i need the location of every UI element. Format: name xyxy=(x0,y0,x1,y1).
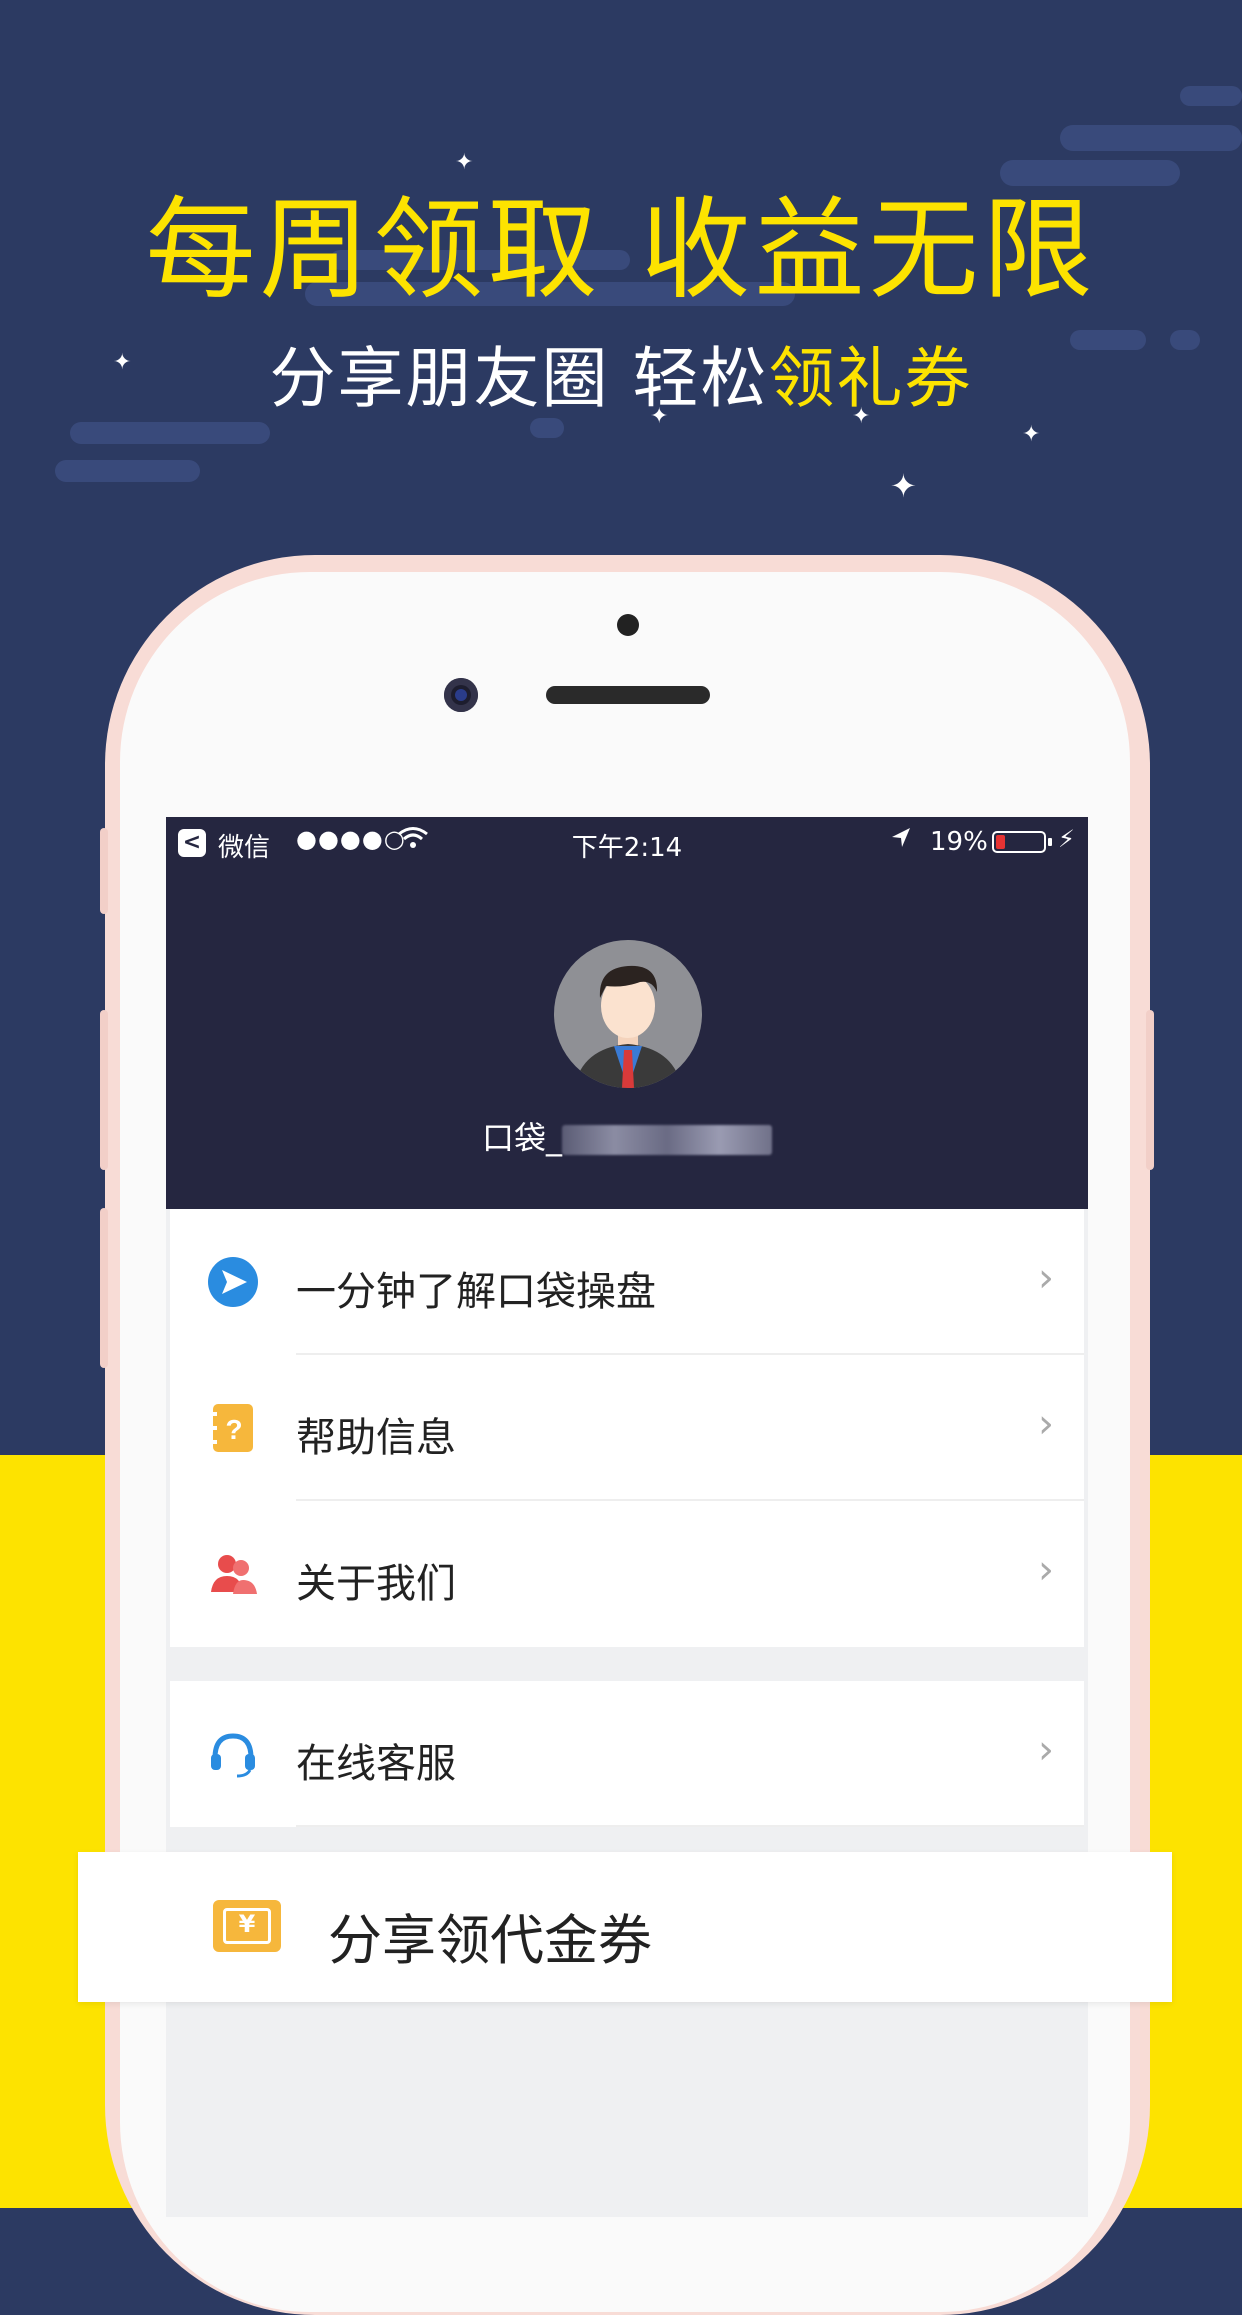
menu-group-main: 一分钟了解口袋操盘 › ? 帮助信息 › 关于我们 › xyxy=(170,1209,1084,1647)
cloud-decoration xyxy=(70,422,270,444)
username-prefix: 口袋_ xyxy=(481,1119,562,1157)
phone-side-button xyxy=(100,828,108,914)
coupon-icon: ¥ xyxy=(213,1900,281,1952)
star-decoration: ✦ xyxy=(890,467,917,505)
coupon-currency-glyph: ¥ xyxy=(238,1910,256,1938)
promo-headline: 每周领取 收益无限 xyxy=(145,186,1097,314)
play-circle-icon xyxy=(208,1257,258,1307)
cloud-decoration xyxy=(530,418,564,438)
profile-header: 口袋_ xyxy=(166,867,1088,1209)
battery-level-fill xyxy=(996,835,1005,849)
star-decoration: ✦ xyxy=(1022,422,1041,447)
avatar[interactable] xyxy=(554,940,702,1088)
chevron-right-icon: › xyxy=(1038,1401,1054,1447)
phone-side-button xyxy=(100,1010,108,1170)
status-bar: < 微信 ●●●●○ 下午2:14 19% ⚡ xyxy=(166,817,1088,867)
phone-side-button xyxy=(100,1208,108,1368)
chevron-right-icon: › xyxy=(1038,1547,1054,1593)
help-notebook-icon: ? xyxy=(210,1404,253,1452)
chevron-right-icon: › xyxy=(1038,1727,1054,1773)
menu-item-label: 在线客服 xyxy=(296,1741,456,1787)
headset-icon xyxy=(211,1733,255,1778)
menu-item-intro[interactable]: 一分钟了解口袋操盘 › xyxy=(170,1209,1084,1355)
battery-icon xyxy=(992,831,1046,853)
menu-item-support[interactable]: 在线客服 › xyxy=(170,1681,1084,1827)
menu-group-service: 在线客服 › xyxy=(170,1681,1084,1827)
cloud-decoration xyxy=(1180,86,1242,106)
svg-text:?: ? xyxy=(225,1414,242,1445)
cloud-decoration xyxy=(55,460,200,482)
menu-item-about[interactable]: 关于我们 › xyxy=(170,1501,1084,1647)
share-coupon-banner[interactable]: ¥ 分享领代金券 xyxy=(78,1852,1172,2002)
battery-percent: 19% xyxy=(930,827,988,857)
user-avatar-icon xyxy=(574,965,682,1088)
users-icon xyxy=(211,1555,257,1594)
promo-subline: 分享朋友圈 轻松领礼券 xyxy=(0,325,1242,421)
earpiece-speaker xyxy=(546,686,710,704)
menu-item-label: 一分钟了解口袋操盘 xyxy=(296,1269,656,1315)
menu-item-help[interactable]: ? 帮助信息 › xyxy=(170,1355,1084,1501)
battery-tip xyxy=(1048,838,1052,846)
cloud-decoration xyxy=(1060,125,1242,151)
divider xyxy=(296,1825,1084,1827)
menu-item-label: 关于我们 xyxy=(296,1561,456,1607)
username: 口袋_ xyxy=(166,1113,1088,1159)
proximity-sensor xyxy=(617,614,639,636)
share-coupon-label: 分享领代金券 xyxy=(328,1909,652,1972)
front-camera-icon xyxy=(444,678,478,712)
phone-side-button xyxy=(1146,1010,1154,1170)
promo-subline-text: 分享朋友圈 轻松 xyxy=(269,340,769,417)
phone-screen: < 微信 ●●●●○ 下午2:14 19% ⚡ 口袋_ 一分钟了解口袋操盘 › … xyxy=(166,817,1088,2217)
menu-item-label: 帮助信息 xyxy=(296,1415,456,1461)
promo-subline-highlight: 领礼券 xyxy=(768,340,973,417)
charging-bolt-icon: ⚡ xyxy=(1058,825,1075,853)
chevron-right-icon: › xyxy=(1038,1255,1054,1301)
username-masked xyxy=(562,1125,772,1155)
location-arrow-icon xyxy=(888,825,914,858)
